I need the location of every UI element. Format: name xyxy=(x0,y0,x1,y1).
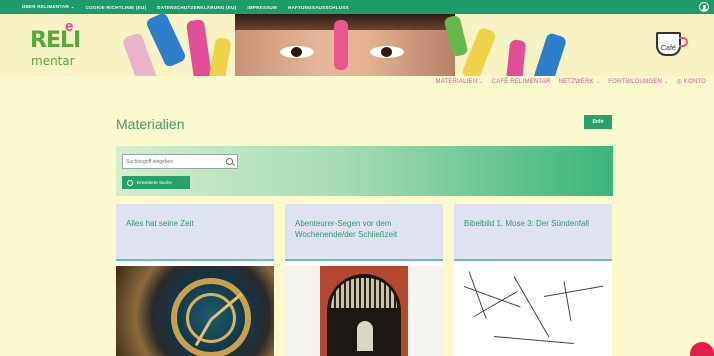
chevron-down-icon: ⌄ xyxy=(70,4,75,9)
card-title[interactable]: Abenteurer-Segen vor dem Wochenende/der … xyxy=(295,218,433,240)
info-button[interactable]: ℹ Info xyxy=(584,115,612,129)
card-title[interactable]: Bibelbild 1. Mose 3: Der Sündenfall xyxy=(464,218,602,229)
card-image-arched-door[interactable] xyxy=(285,266,443,356)
cup-handle xyxy=(679,37,688,47)
paint-hand-decoration xyxy=(532,32,568,76)
sketch-line xyxy=(493,336,574,344)
eye-decoration xyxy=(280,46,314,58)
sketch-line xyxy=(543,285,604,297)
chat-bubble-icon[interactable] xyxy=(690,342,714,356)
paint-hand-decoration xyxy=(145,14,187,69)
chevron-down-icon: ⌄ xyxy=(595,78,601,85)
topnav-haftungsausschluss[interactable]: HAFTUNGSAUSSCHLUSS xyxy=(288,5,349,10)
card-title[interactable]: Alles hat seine Zeit xyxy=(126,218,264,229)
top-bar: ÜBER RELIMENTAR ⌄ COOKIE-RICHTLINIE (EU)… xyxy=(0,0,714,14)
search-input[interactable] xyxy=(126,158,226,165)
material-card[interactable]: Alles hat seine Zeit xyxy=(116,204,274,356)
card-image-sketch[interactable] xyxy=(454,266,612,356)
paint-stripe-decoration xyxy=(334,20,348,70)
cup-body: Café xyxy=(656,32,681,56)
nav-materialien[interactable]: MATERIALIEN ⌄ xyxy=(436,79,484,85)
material-card[interactable]: Abenteurer-Segen vor dem Wochenende/der … xyxy=(285,204,443,356)
user-circle-icon[interactable] xyxy=(699,2,709,12)
nav-fortbildungen[interactable]: FORTBILDUNGEN ⌄ xyxy=(608,79,668,85)
paint-hand-decoration xyxy=(505,39,527,76)
material-card[interactable]: Bibelbild 1. Mose 3: Der Sündenfall xyxy=(454,204,612,356)
topnav-cookie-richtlinie[interactable]: COOKIE-RICHTLINIE (EU) xyxy=(86,5,147,10)
user-icon: ◎ xyxy=(676,79,684,85)
nav-cafe-relimentar[interactable]: CAFÉ RELIMENTAR xyxy=(492,79,551,85)
topnav-ueber-relimentar[interactable]: ÜBER RELIMENTAR ⌄ xyxy=(22,4,75,10)
gear-icon xyxy=(127,179,133,186)
relimentar-logo[interactable]: RELI e mentar xyxy=(22,18,102,72)
nav-konto[interactable]: ◎ KONTO xyxy=(676,78,706,85)
header-banner xyxy=(0,14,714,76)
eye-decoration xyxy=(370,46,404,58)
topnav-impressum[interactable]: IMPRESSUM xyxy=(247,5,277,10)
page-title: Materialien xyxy=(116,116,185,132)
card-header: Abenteurer-Segen vor dem Wochenende/der … xyxy=(285,204,443,261)
search-box xyxy=(122,154,238,169)
paint-hand-decoration xyxy=(208,36,232,76)
nav-netzwerk[interactable]: NETZWERK ⌄ xyxy=(559,79,601,85)
paint-hand-decoration xyxy=(185,19,213,76)
topnav-datenschutz[interactable]: DATENSCHUTZERKLÄRUNG (EU) xyxy=(157,5,236,10)
chevron-down-icon: ⌄ xyxy=(664,78,669,85)
card-header: Alles hat seine Zeit xyxy=(116,204,274,261)
sketch-line xyxy=(468,271,487,319)
chevron-down-icon: ⌄ xyxy=(479,78,484,85)
sketch-line xyxy=(563,281,572,321)
card-image-astronomical-clock[interactable] xyxy=(116,266,274,356)
card-header: Bibelbild 1. Mose 3: Der Sündenfall xyxy=(454,204,612,261)
passage-light xyxy=(357,321,373,351)
main-navigation: MATERIALIEN ⌄ CAFÉ RELIMENTAR NETZWERK ⌄ F… xyxy=(428,78,707,86)
search-icon[interactable] xyxy=(226,158,233,165)
search-panel: Erweiterte Suche xyxy=(116,146,613,196)
extended-search-button[interactable]: Erweiterte Suche xyxy=(122,176,190,189)
cafe-cup-icon[interactable]: Café xyxy=(656,28,688,60)
